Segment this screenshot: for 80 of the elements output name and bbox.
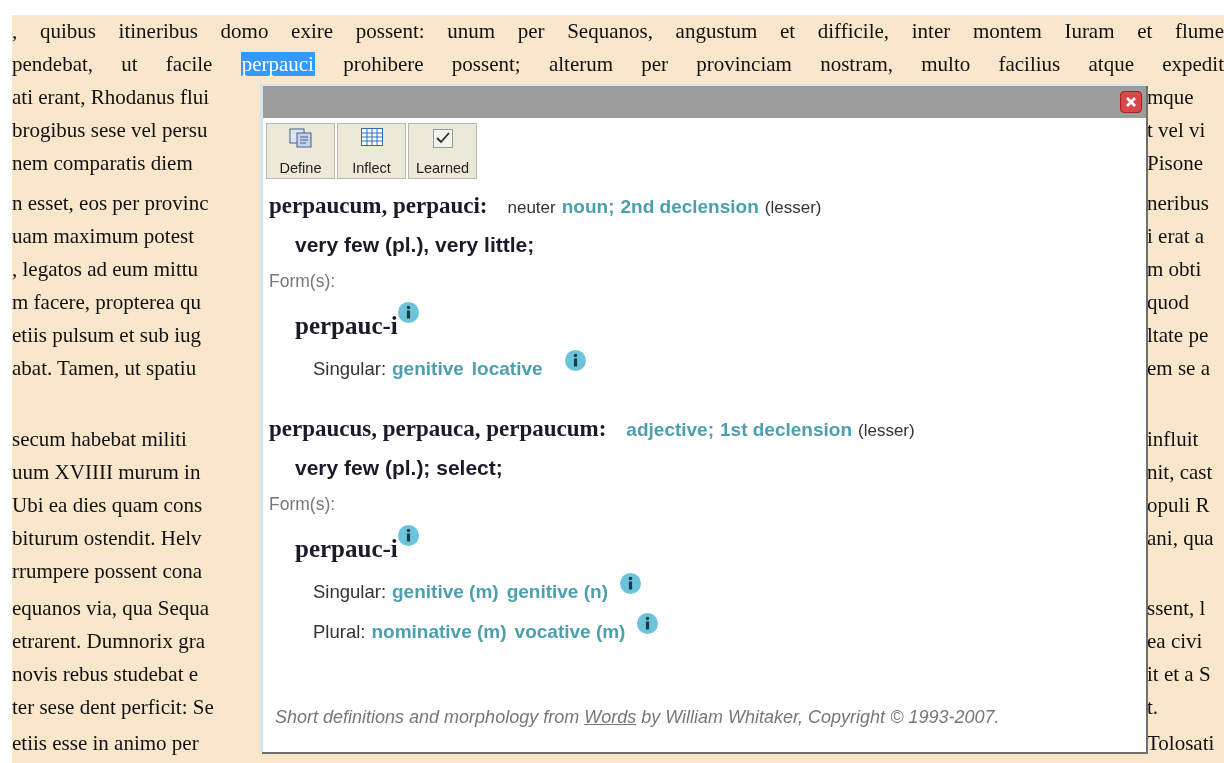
body-text: t vel vi <box>1147 117 1206 144</box>
body-text: m facere, propterea qu <box>12 290 201 314</box>
words-link[interactable]: Words <box>584 707 637 727</box>
body-text: neribus <box>1147 190 1209 217</box>
word-form: perpauc-i <box>295 312 398 340</box>
body-text: nit, cast <box>1147 459 1213 486</box>
body-text: influit <box>1147 426 1199 453</box>
toolbar-button[interactable]: Inflect <box>337 123 406 179</box>
info-icon[interactable] <box>564 350 586 371</box>
forms-label: Form(s): <box>269 494 337 515</box>
body-text: abat. Tamen, ut spatiu <box>12 356 197 380</box>
body-text: ssent, l <box>1147 595 1206 622</box>
body-text: prohibere possent; alterum per provinciam nostram, multo facilius atque expedit <box>343 52 1224 76</box>
body-text: it et a S <box>1147 661 1211 688</box>
body-text: ea civi <box>1147 628 1203 655</box>
body-text: mque <box>1147 84 1194 111</box>
close-button[interactable] <box>1120 91 1142 113</box>
forms-label: Form(s): <box>269 271 337 292</box>
body-text: pendebat, ut facile <box>12 52 213 76</box>
grammar-label: adjective; <box>626 419 714 441</box>
body-text: secum habebat militi <box>12 427 187 451</box>
body-text: , legatos ad eum mittu <box>12 257 199 281</box>
body-text: ani, qua <box>1147 525 1214 552</box>
body-text: uum XVIIII murum in <box>12 460 201 484</box>
checkmark-icon <box>431 127 454 149</box>
body-text: equanos via, qua Sequa <box>12 596 210 620</box>
word-form: perpauc-i <box>295 535 398 563</box>
case-label: vocative (m) <box>514 621 626 643</box>
body-text: opuli R <box>1147 492 1210 519</box>
body-text: t. <box>1147 694 1159 721</box>
body-text: ati erant, Rhodanus flui <box>12 85 210 109</box>
info-icon[interactable] <box>620 573 641 594</box>
definition: very few (pl.), very little; <box>295 233 536 257</box>
grammar-label: noun; <box>561 196 615 218</box>
body-text: etiis pulsum et sub iug <box>12 323 201 347</box>
body-text: n esset, eos per provinc <box>12 191 209 215</box>
definition: very few (pl.); select; <box>295 456 504 480</box>
body-text: Pisone <box>1147 150 1203 177</box>
pages-icon <box>287 127 314 149</box>
case-label: nominative (m) <box>371 621 507 643</box>
toolbar-button[interactable]: Learned <box>408 123 477 179</box>
body-text: m obti <box>1147 256 1202 283</box>
body-text: , quibus itineribus domo exire possent: unum per Sequanos, angustum et difficile, inter montem Iuram et flume <box>12 19 1224 43</box>
body-text: Tolosati <box>1147 730 1215 757</box>
case-label: genitive (n) <box>506 581 608 603</box>
close-icon <box>1125 96 1137 108</box>
body-text: ltate pe <box>1147 322 1209 349</box>
grammar-label: 1st declension <box>720 419 852 441</box>
body-text: biturum ostendit. Helv <box>12 526 202 550</box>
headword: perpaucum, perpauci: <box>269 193 488 219</box>
body-text: novis rebus studebat e <box>12 662 199 686</box>
headword: perpaucus, perpauca, perpaucum: <box>269 416 607 442</box>
gender-label: neuter <box>507 198 556 218</box>
case-label: locative <box>471 358 543 380</box>
info-icon[interactable] <box>397 525 419 546</box>
number-label: Plural: <box>313 621 366 643</box>
frequency-note: (lesser) <box>858 421 915 441</box>
number-label: Singular: <box>313 581 386 603</box>
body-text: i erat a <box>1147 223 1205 250</box>
credit-text: Short definitions and morphology from Words by William Whitaker, Copyright © 1993-2007. <box>274 707 1001 728</box>
body-text: etrarent. Dumnorix gra <box>12 629 205 653</box>
info-icon[interactable] <box>637 613 659 634</box>
info-icon[interactable] <box>397 302 419 323</box>
frequency-note: (lesser) <box>764 198 822 218</box>
case-label: genitive (m) <box>392 581 499 603</box>
table-icon <box>359 127 384 147</box>
grammar-label: 2nd declension <box>620 196 759 218</box>
body-text: nem comparatis diem <box>12 151 193 175</box>
body-text: ter sese dent perficit: Se <box>12 695 214 719</box>
body-text: uam maximum potest <box>12 224 194 248</box>
number-label: Singular: <box>313 358 386 380</box>
body-text: rrumpere possent cona <box>12 559 203 583</box>
body-text: brogibus sese vel persu <box>12 118 208 142</box>
case-label: genitive <box>392 358 464 380</box>
body-text: etiis esse in animo per <box>12 731 199 755</box>
body-text: Ubi ea dies quam cons <box>12 493 203 517</box>
body-text: em se a <box>1147 355 1210 382</box>
body-text: quod <box>1147 289 1189 316</box>
toolbar-button[interactable]: Define <box>266 123 335 179</box>
highlighted-word: perpauci <box>240 52 315 76</box>
